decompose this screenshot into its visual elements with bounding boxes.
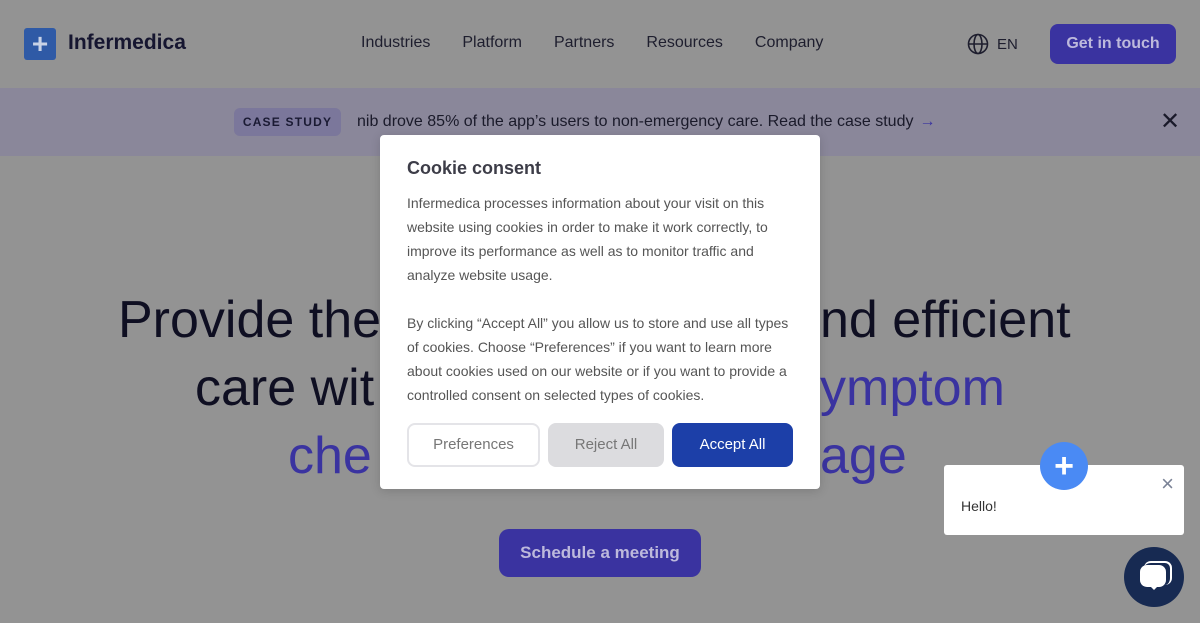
- main-nav: Industries Platform Partners Resources C…: [361, 34, 823, 52]
- cookie-text-1: Infermedica processes information about …: [407, 195, 768, 283]
- close-icon[interactable]: ✕: [1160, 110, 1180, 134]
- hero-line3-left: che: [288, 427, 372, 485]
- banner-text: nib drove 85% of the app’s users to non-…: [357, 113, 914, 130]
- arrow-right-icon: →: [919, 113, 936, 130]
- cookie-title: Cookie consent: [407, 158, 542, 178]
- nav-partners[interactable]: Partners: [554, 34, 614, 52]
- accept-all-button[interactable]: Accept All: [672, 423, 793, 467]
- cookie-text-2: By clicking “Accept All” you allow us to…: [407, 315, 789, 403]
- language-label: EN: [997, 35, 1018, 53]
- globe-icon: [967, 33, 989, 55]
- get-in-touch-button[interactable]: Get in touch: [1050, 24, 1176, 64]
- cookie-consent-dialog: Cookie consent Infermedica processes inf…: [380, 135, 820, 489]
- hero-line2-left: care wit: [195, 359, 375, 417]
- chat-avatar-plus-icon: +: [1040, 442, 1088, 490]
- banner-link[interactable]: nib drove 85% of the app’s users to non-…: [357, 113, 935, 131]
- hero-line1-left: Provide the: [118, 291, 382, 349]
- nav-platform[interactable]: Platform: [462, 34, 522, 52]
- site-header: + Infermedica Industries Platform Partne…: [0, 0, 1200, 88]
- hero-line3-right: age: [820, 427, 907, 485]
- preferences-button[interactable]: Preferences: [407, 423, 540, 467]
- chat-bubble-icon: [1140, 561, 1172, 590]
- logo-text[interactable]: Infermedica: [68, 31, 186, 55]
- hero-line1-right: nd efficient: [820, 291, 1071, 349]
- language-selector[interactable]: EN: [967, 33, 1018, 55]
- hero-line2-right: ymptom: [820, 359, 1005, 417]
- chat-launcher-button[interactable]: [1124, 547, 1184, 607]
- reject-all-button[interactable]: Reject All: [548, 423, 664, 467]
- chat-greeting: Hello!: [961, 498, 997, 514]
- nav-resources[interactable]: Resources: [646, 34, 722, 52]
- logo-plus-icon[interactable]: +: [24, 28, 56, 60]
- case-study-badge: CASE STUDY: [234, 108, 341, 136]
- nav-company[interactable]: Company: [755, 34, 823, 52]
- close-icon[interactable]: ×: [1161, 471, 1174, 497]
- schedule-meeting-button[interactable]: Schedule a meeting: [499, 529, 701, 577]
- nav-industries[interactable]: Industries: [361, 34, 430, 52]
